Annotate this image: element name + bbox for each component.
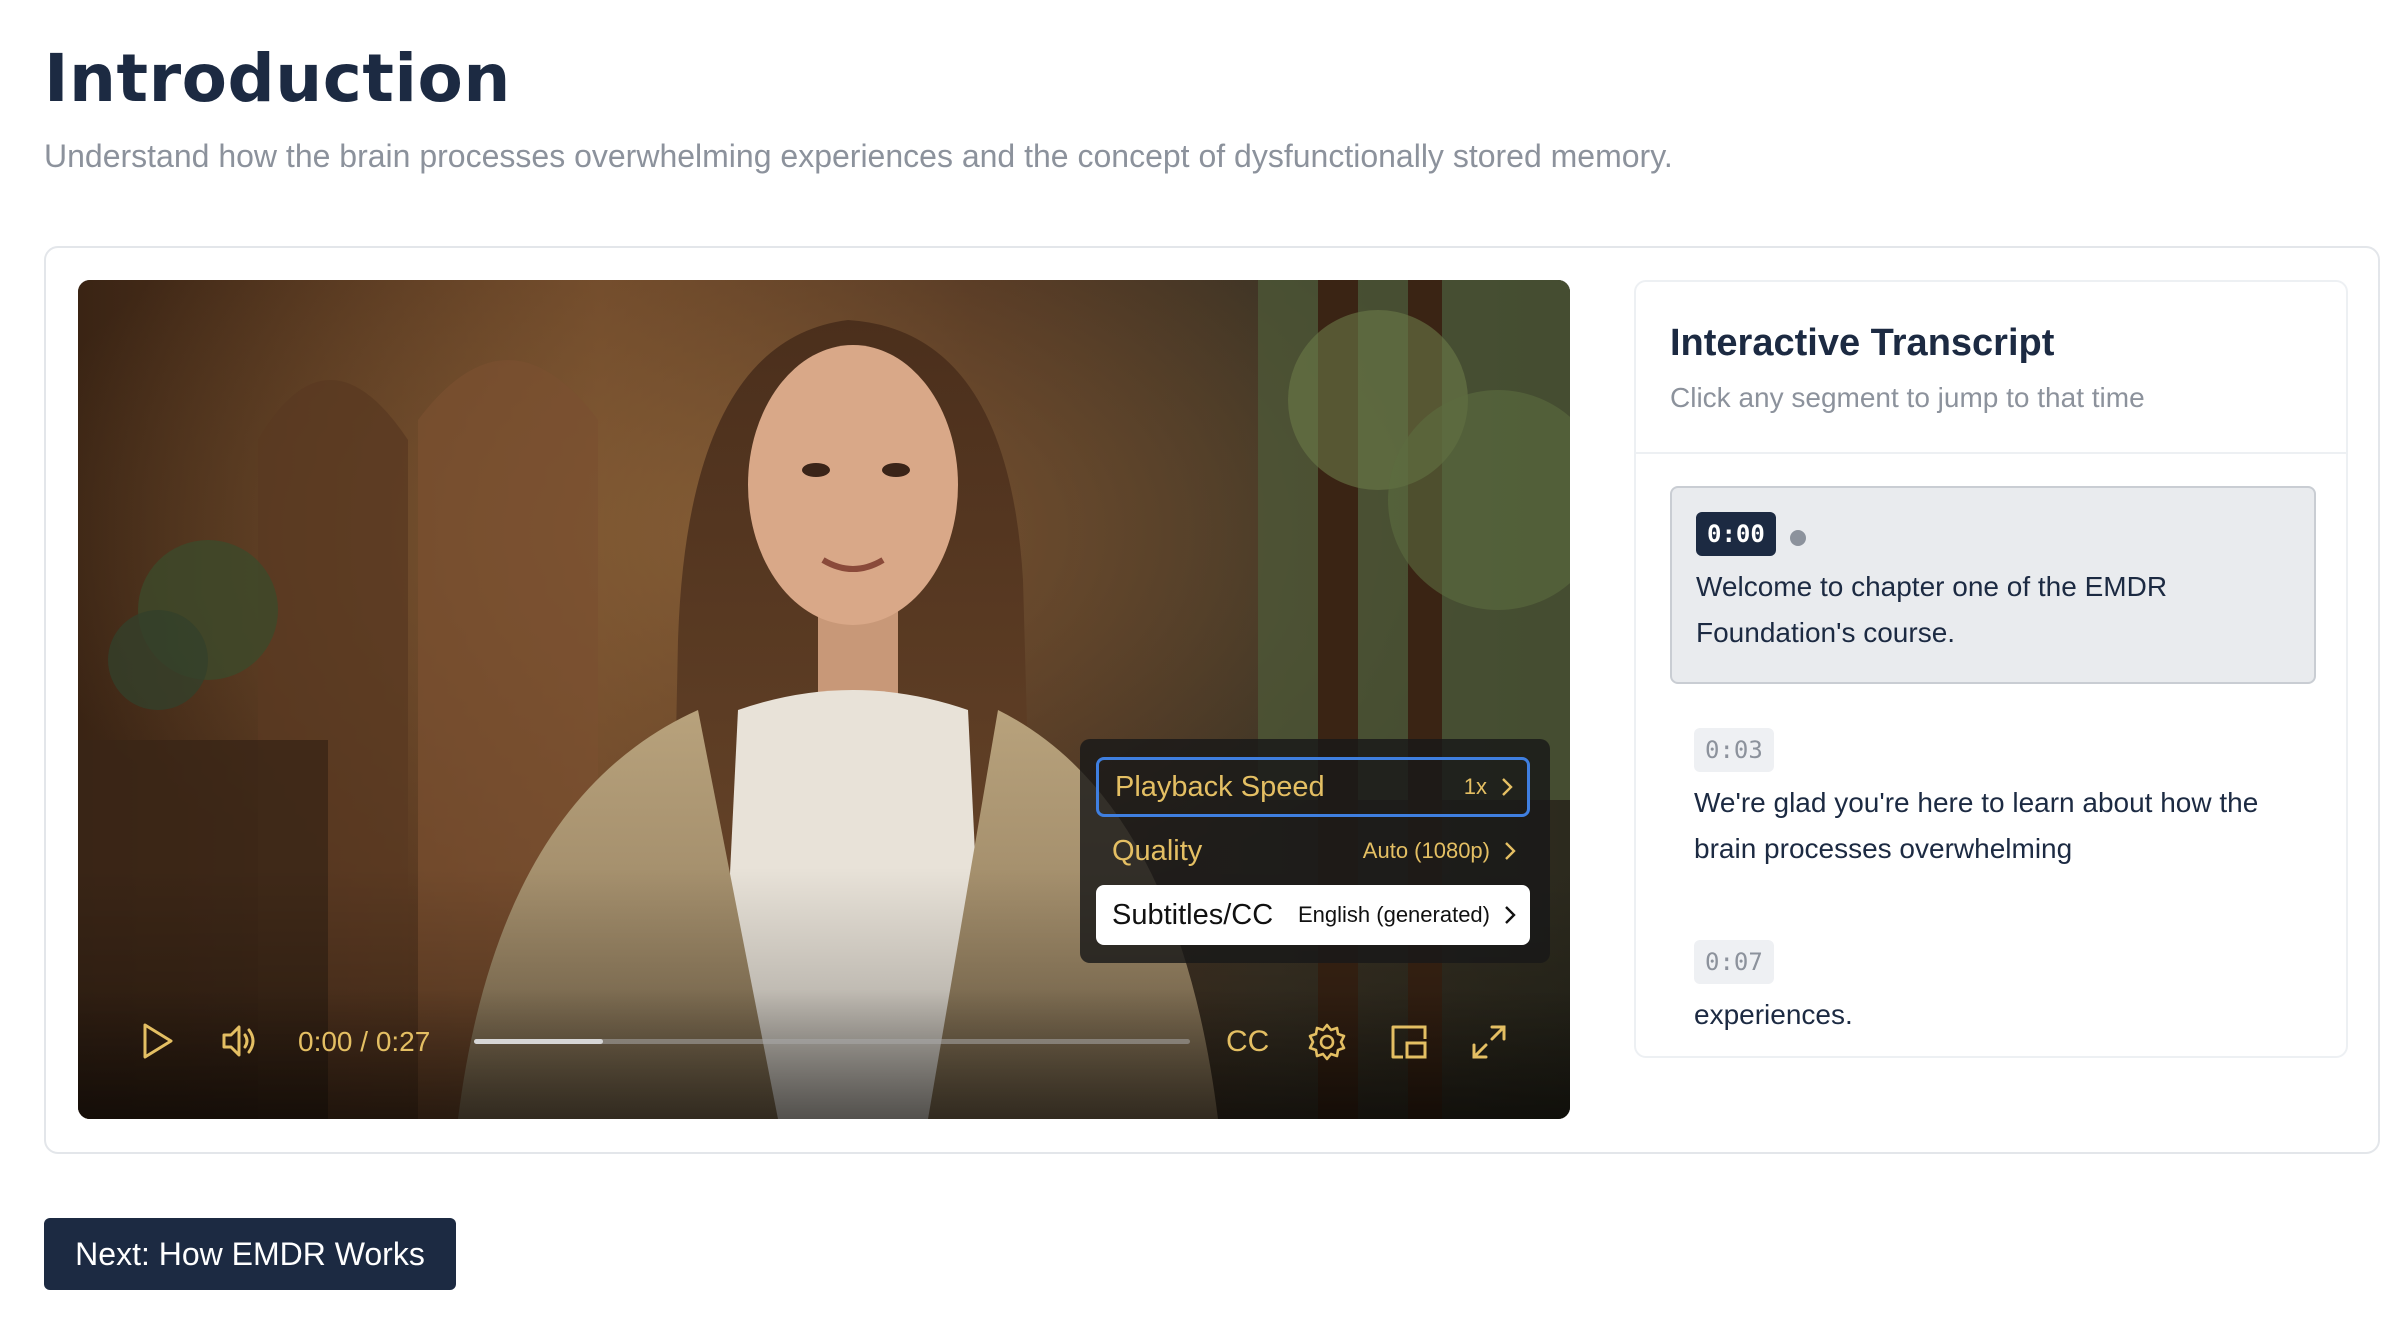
transcript-segment[interactable]: 0:03 We're glad you're here to learn abo… bbox=[1670, 728, 2316, 872]
video-player[interactable]: 0:00 / 0:27 CC Playback Speed 1x Quality… bbox=[78, 280, 1570, 1119]
segment-timestamp: 0:07 bbox=[1694, 940, 1774, 984]
fullscreen-icon bbox=[1472, 1025, 1506, 1059]
volume-button[interactable] bbox=[218, 1021, 262, 1061]
menu-item-value: English (generated) bbox=[1297, 902, 1490, 927]
menu-item-playback-speed[interactable]: Playback Speed 1x bbox=[1096, 757, 1530, 817]
page-subtitle: Understand how the brain processes overw… bbox=[44, 138, 1673, 174]
transcript-panel: Interactive Transcript Click any segment… bbox=[1634, 280, 2348, 1058]
menu-item-label: Playback Speed bbox=[1115, 770, 1325, 803]
volume-icon bbox=[222, 1025, 255, 1057]
time-display: 0:00 / 0:27 bbox=[298, 1026, 431, 1057]
divider bbox=[1636, 452, 2346, 454]
play-icon bbox=[143, 1023, 173, 1059]
picture-in-picture-icon bbox=[1391, 1025, 1427, 1059]
transcript-segment[interactable]: 0:00 Welcome to chapter one of the EMDR … bbox=[1670, 486, 2316, 684]
segment-timestamp: 0:00 bbox=[1696, 512, 1776, 556]
segment-timestamp: 0:03 bbox=[1694, 728, 1774, 772]
menu-item-label: Subtitles/CC bbox=[1112, 898, 1274, 931]
play-button[interactable] bbox=[138, 1021, 178, 1061]
chevron-right-icon bbox=[1502, 778, 1513, 796]
settings-gear-icon bbox=[1308, 1023, 1346, 1061]
video-controls: 0:00 / 0:27 CC bbox=[78, 989, 1570, 1119]
progress-buffered bbox=[474, 1039, 603, 1044]
fullscreen-button[interactable] bbox=[1468, 1021, 1510, 1063]
segment-text: Welcome to chapter one of the EMDR Found… bbox=[1696, 571, 2168, 648]
captions-button[interactable]: CC bbox=[1226, 1025, 1269, 1059]
chevron-right-icon bbox=[1505, 842, 1516, 860]
settings-button[interactable] bbox=[1306, 1021, 1348, 1063]
menu-item-label: Quality bbox=[1112, 834, 1203, 867]
settings-menu: Playback Speed 1x Quality Auto (1080p) S… bbox=[1080, 739, 1550, 963]
menu-item-subtitles[interactable]: Subtitles/CC English (generated) bbox=[1096, 885, 1530, 945]
transcript-title: Interactive Transcript bbox=[1670, 322, 2055, 364]
next-lesson-button[interactable]: Next: How EMDR Works bbox=[44, 1218, 456, 1290]
now-playing-dot bbox=[1789, 529, 1806, 546]
menu-item-value: Auto (1080p) bbox=[1362, 838, 1490, 863]
menu-item-quality[interactable]: Quality Auto (1080p) bbox=[1096, 821, 1530, 881]
progress-bar[interactable] bbox=[474, 1039, 1190, 1044]
menu-item-value: 1x bbox=[1463, 774, 1487, 799]
page-title: Introduction bbox=[44, 40, 511, 117]
transcript-segment[interactable]: 0:07 experiences. bbox=[1670, 940, 2316, 1038]
pip-button[interactable] bbox=[1388, 1021, 1430, 1063]
segment-text: We're glad you're here to learn about ho… bbox=[1694, 787, 2259, 864]
chevron-right-icon bbox=[1505, 906, 1516, 924]
segment-text: experiences. bbox=[1694, 999, 1853, 1030]
transcript-hint: Click any segment to jump to that time bbox=[1670, 382, 2145, 413]
